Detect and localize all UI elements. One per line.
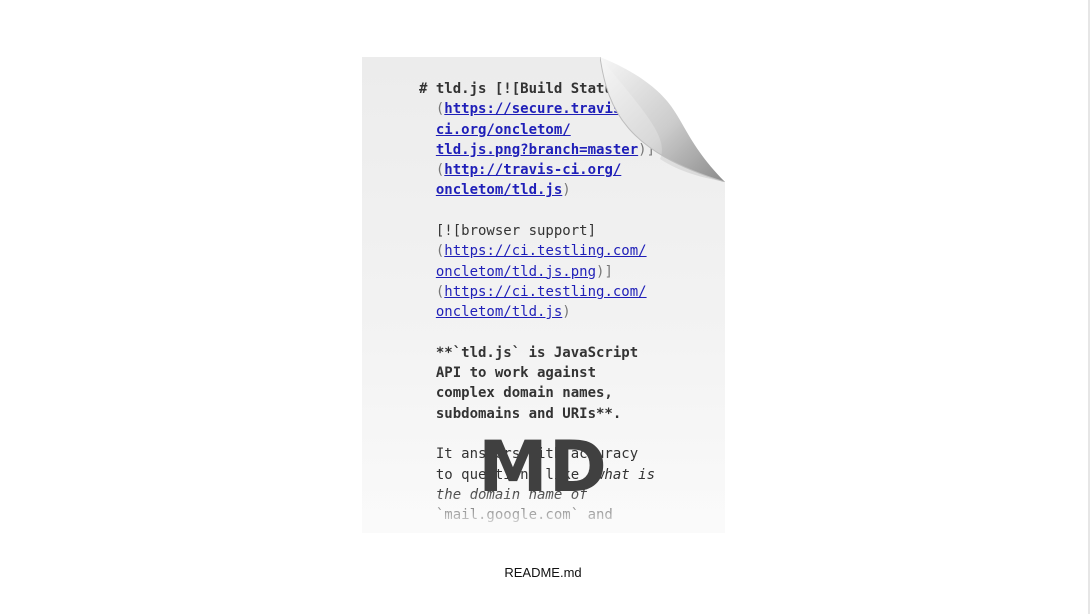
preview-line: oncletom/tld.js) bbox=[419, 302, 719, 322]
preview-text-run bbox=[419, 142, 436, 158]
preview-text-run bbox=[419, 304, 436, 320]
preview-text-run: ) bbox=[562, 304, 571, 321]
markdown-file-icon[interactable]: # tld.js [![Build Status] (https://secur… bbox=[362, 57, 725, 533]
preview-text-run bbox=[419, 182, 436, 198]
preview-text-run: API to work against bbox=[419, 365, 597, 382]
preview-text-run: )] bbox=[596, 263, 613, 280]
preview-text-run bbox=[419, 325, 427, 341]
preview-text-run: ( bbox=[419, 243, 445, 260]
page-curl-icon bbox=[600, 57, 725, 182]
preview-line: oncletom/tld.js.png)] bbox=[419, 262, 719, 282]
preview-text-run: # bbox=[419, 81, 436, 97]
preview-text-run bbox=[419, 122, 436, 138]
preview-text-run: tld.js bbox=[435, 81, 495, 97]
preview-link: ci.org/oncletom/ bbox=[435, 121, 571, 138]
preview-text-run bbox=[419, 203, 427, 219]
preview-text-run: ( bbox=[419, 283, 445, 300]
preview-line bbox=[419, 201, 719, 221]
preview-link: oncletom/tld.js bbox=[435, 304, 563, 321]
preview-link: https://ci.testling.com/ bbox=[444, 283, 647, 300]
preview-text-run: ( bbox=[419, 101, 445, 118]
file-type-badge: MD bbox=[478, 426, 608, 508]
preview-text-run: ) bbox=[562, 182, 571, 199]
preview-line: **`tld.js` is JavaScript bbox=[419, 343, 719, 363]
preview-line: oncletom/tld.js) bbox=[419, 180, 719, 200]
preview-text-run: [![browser support] bbox=[419, 223, 597, 240]
preview-line bbox=[419, 323, 719, 343]
preview-line: [![browser support] bbox=[419, 221, 719, 241]
preview-text-run: complex domain names, bbox=[419, 385, 613, 402]
preview-link: oncletom/tld.js bbox=[435, 182, 563, 199]
preview-text-run: **`tld.js` is JavaScript bbox=[419, 344, 639, 361]
file-name-label[interactable]: README.md bbox=[443, 565, 643, 580]
preview-link: oncletom/tld.js.png bbox=[435, 263, 597, 280]
preview-text-run: ( bbox=[419, 162, 445, 179]
preview-line: complex domain names, bbox=[419, 383, 719, 403]
preview-link: http://travis-ci.org/ bbox=[444, 162, 622, 179]
preview-line: (https://ci.testling.com/ bbox=[419, 241, 719, 261]
preview-line: API to work against bbox=[419, 363, 719, 383]
preview-link: https://ci.testling.com/ bbox=[444, 243, 647, 260]
preview-line: subdomains and URIs**. bbox=[419, 404, 719, 424]
preview-text-run bbox=[419, 264, 436, 280]
preview-text-run: subdomains and URIs**. bbox=[419, 405, 622, 422]
preview-text-run bbox=[419, 426, 427, 442]
preview-line: (https://ci.testling.com/ bbox=[419, 282, 719, 302]
quick-look-window: # tld.js [![Build Status] (https://secur… bbox=[0, 0, 1090, 614]
